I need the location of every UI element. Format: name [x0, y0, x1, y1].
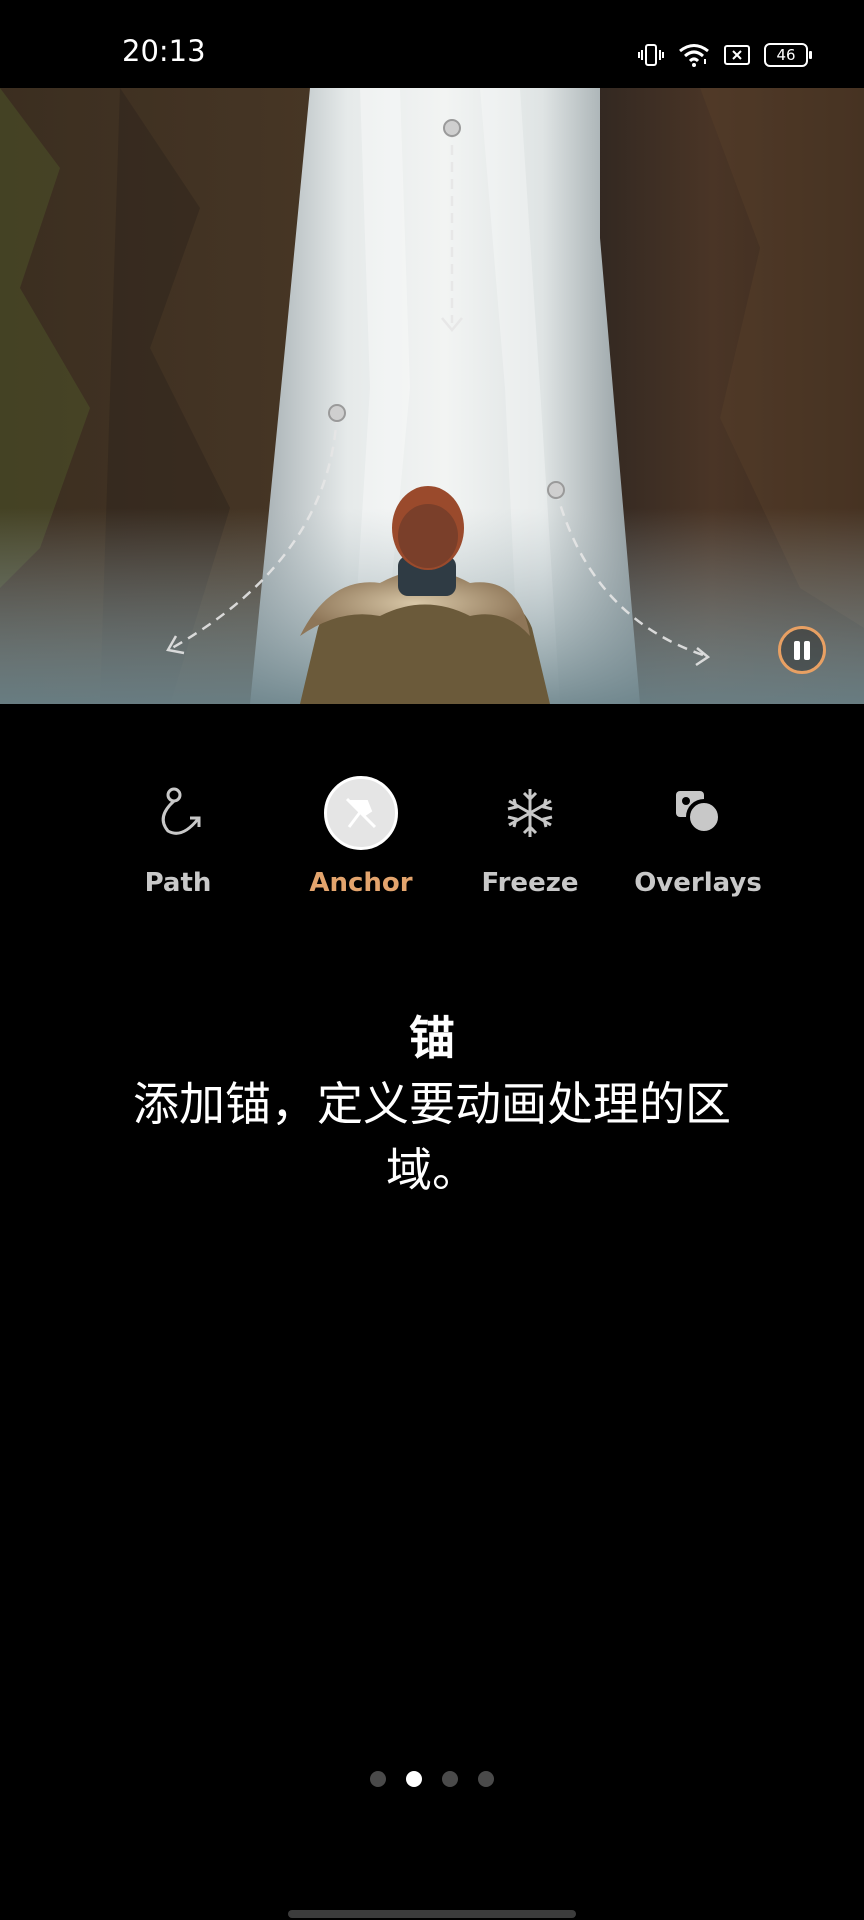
- tab-anchor[interactable]: Anchor: [286, 760, 436, 910]
- tab-path-label: Path: [144, 868, 212, 898]
- status-icons: 46: [638, 38, 812, 72]
- preview-image: [0, 88, 864, 704]
- tab-freeze-label: Freeze: [481, 868, 579, 898]
- page-dot-3[interactable]: [442, 1771, 458, 1787]
- page-dot-1[interactable]: [370, 1771, 386, 1787]
- status-time: 20:13: [122, 34, 206, 68]
- tab-overlays[interactable]: Overlays: [623, 760, 773, 910]
- page-dot-4[interactable]: [478, 1771, 494, 1787]
- overlays-shapes-icon: [661, 776, 735, 850]
- feature-description: 锚 添加锚，定义要动画处理的区域。: [110, 1005, 754, 1203]
- anchor-tab-icon-wrap: [324, 776, 398, 850]
- feature-title: 锚: [409, 1011, 455, 1065]
- tool-tabs: Path Anchor Freeze Overlays: [0, 760, 864, 920]
- battery-icon: 46: [764, 43, 812, 67]
- pause-button[interactable]: [778, 626, 826, 674]
- tab-freeze[interactable]: Freeze: [455, 760, 605, 910]
- feature-body: 添加锚，定义要动画处理的区域。: [133, 1077, 731, 1197]
- waterfall-scene-image: [0, 88, 864, 704]
- tab-overlays-label: Overlays: [634, 868, 762, 898]
- path-curve-arrow-icon: [141, 776, 215, 850]
- page-indicator: [370, 1771, 494, 1787]
- page-dot-2[interactable]: [406, 1771, 422, 1787]
- home-indicator[interactable]: [288, 1910, 576, 1918]
- tab-path[interactable]: Path: [103, 760, 253, 910]
- tab-anchor-label: Anchor: [309, 868, 413, 898]
- wifi-icon: [678, 43, 710, 67]
- anchor-pin-icon: [324, 776, 398, 850]
- snowflake-icon: [493, 776, 567, 850]
- vibrate-icon: [638, 43, 664, 67]
- status-bar: 20:13 46: [0, 0, 864, 88]
- no-sim-icon: [724, 44, 750, 66]
